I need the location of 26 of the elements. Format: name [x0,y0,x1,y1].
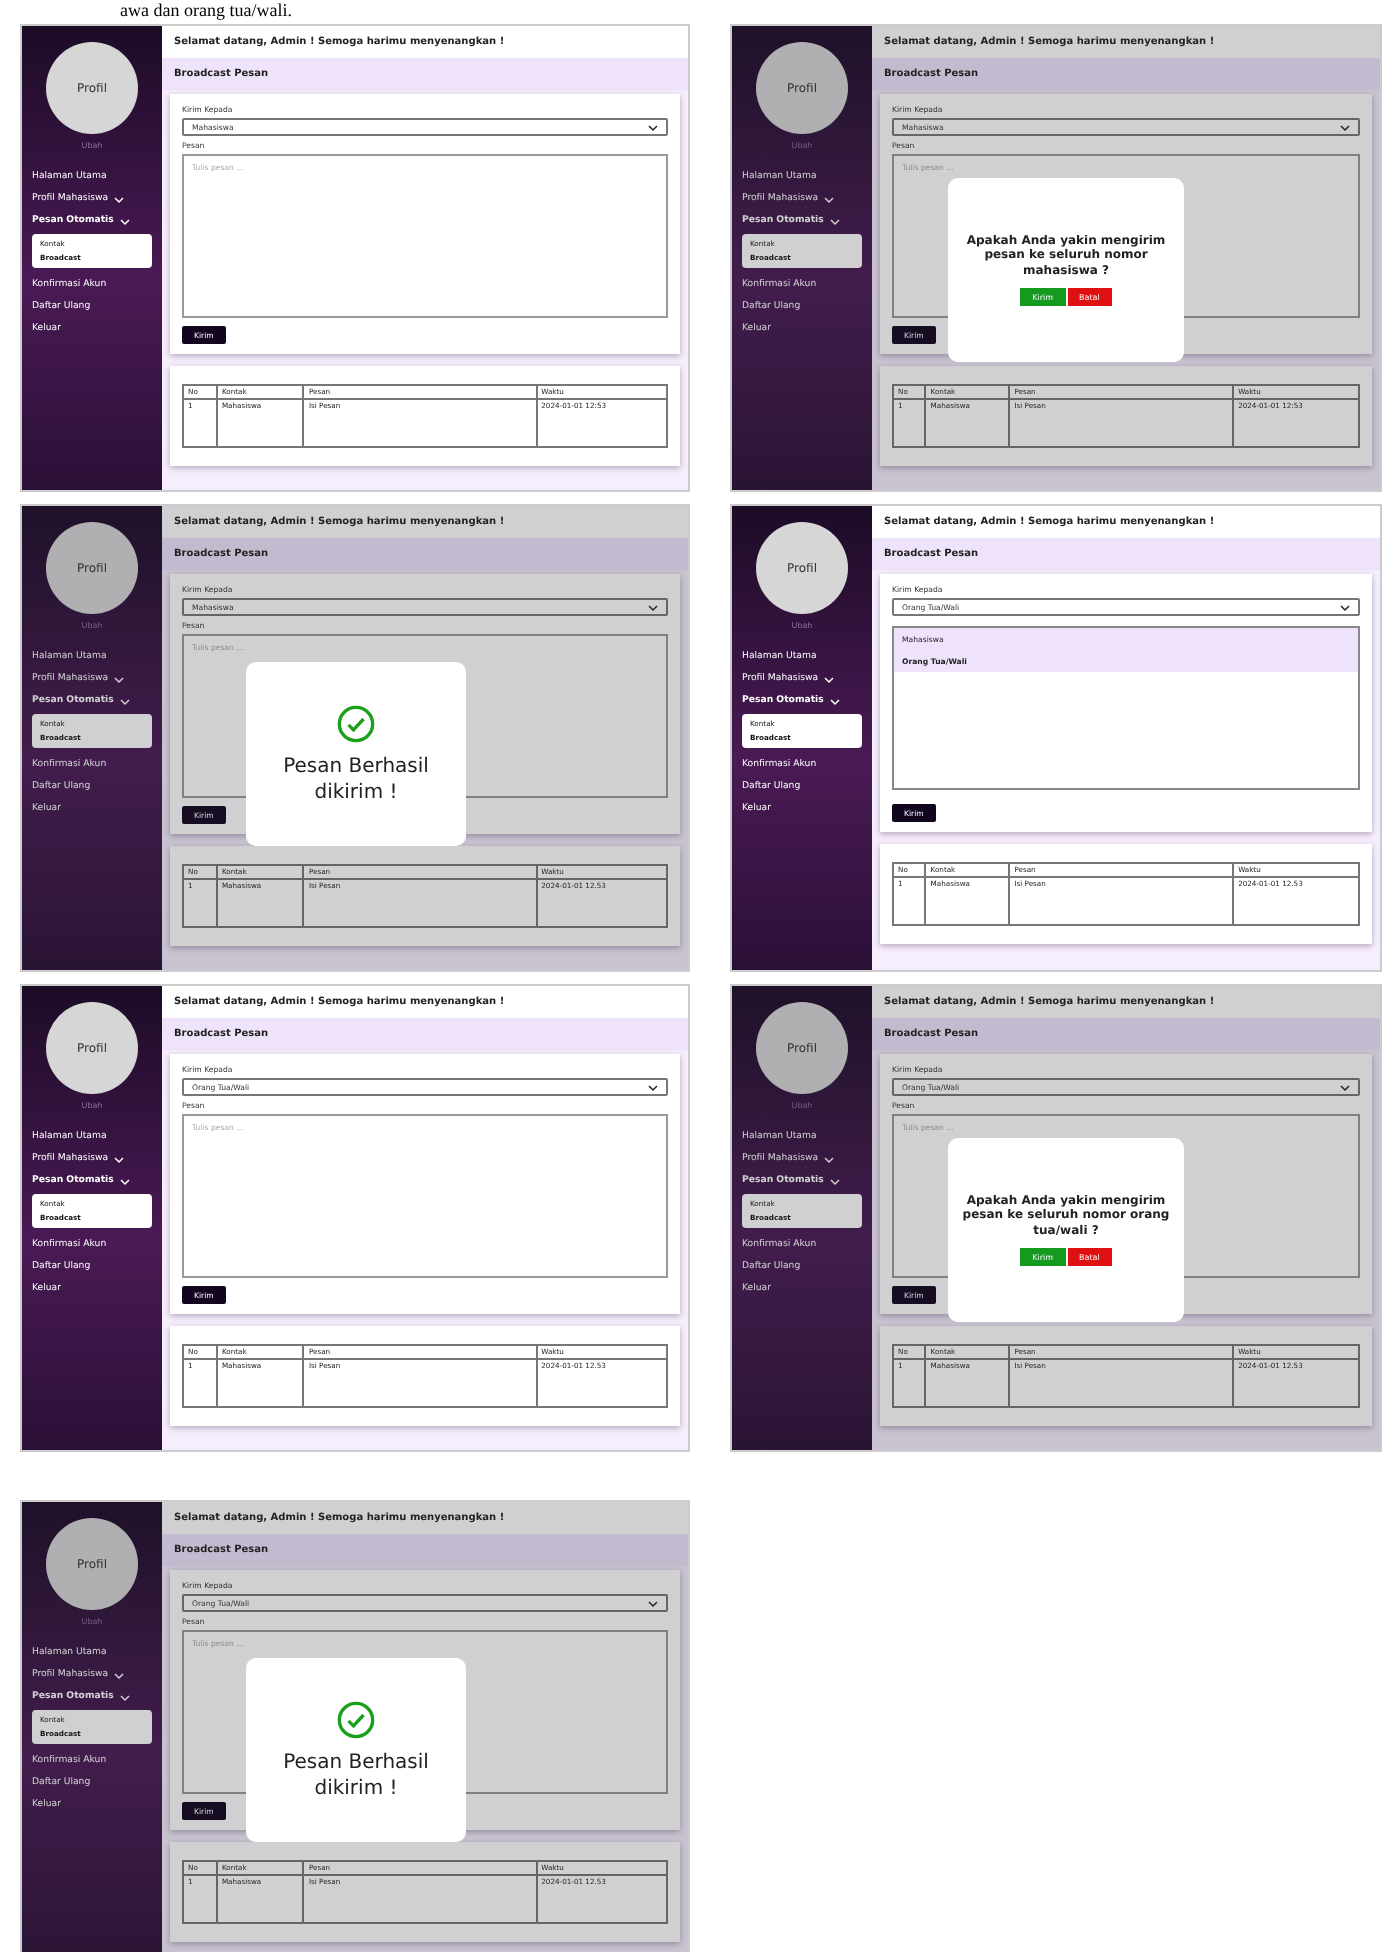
chevron-down-icon [114,1671,125,1679]
chevron-down-icon [829,1177,840,1185]
success-message: Pesan Berhasil dikirim ! [281,1749,431,1801]
chevron-down-icon [648,1599,658,1607]
chevron-down-icon [119,697,130,705]
chevron-down-icon [1340,603,1350,611]
chevron-down-icon [119,1177,130,1185]
chevron-down-icon [119,1693,130,1701]
chevron-down-icon [824,675,835,683]
chevron-down-icon [829,697,840,705]
chevron-down-icon [824,1155,835,1163]
chevron-down-icon [114,195,125,203]
chevron-down-icon [119,217,130,225]
check-circle-icon [336,703,376,743]
chevron-down-icon [648,1083,658,1091]
chevron-down-icon [114,675,125,683]
success-message: Pesan Berhasil dikirim ! [281,753,431,805]
caption-text: awa dan orang tua/wali. [120,0,292,20]
chevron-down-icon [829,217,840,225]
chevron-down-icon [1340,123,1350,131]
chevron-down-icon [1340,1083,1350,1091]
chevron-down-icon [648,603,658,611]
chevron-down-icon [114,1155,125,1163]
chevron-down-icon [648,123,658,131]
check-circle-icon [336,1699,376,1739]
chevron-down-icon [824,195,835,203]
